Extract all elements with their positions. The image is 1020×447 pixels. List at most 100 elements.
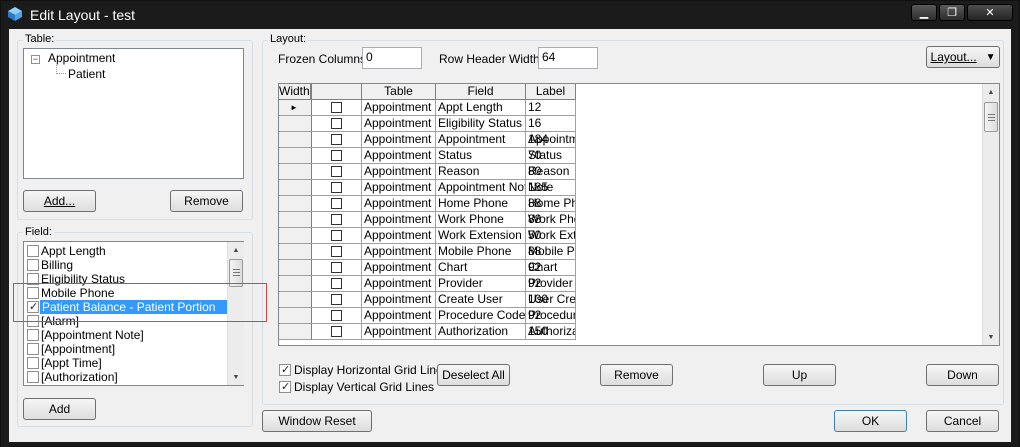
- tree-node-patient[interactable]: Patient: [68, 67, 105, 81]
- grid-row-header[interactable]: [279, 132, 312, 148]
- move-down-button[interactable]: Down: [926, 364, 999, 386]
- grid-row-checkbox[interactable]: [331, 198, 342, 209]
- grid-row-checkbox-cell[interactable]: [312, 116, 362, 132]
- grid-cell-table[interactable]: Appointment: [362, 164, 436, 180]
- grid-cell-field[interactable]: Authorization: [436, 324, 526, 340]
- table-remove-button[interactable]: Remove: [170, 190, 243, 212]
- field-item[interactable]: [Appointment Note]: [26, 328, 231, 342]
- grid-cell-table[interactable]: Appointment: [362, 116, 436, 132]
- grid-cell-width[interactable]: 12: [526, 100, 576, 116]
- grid-row-checkbox[interactable]: [331, 278, 342, 289]
- grid-cell-table[interactable]: Appointment: [362, 228, 436, 244]
- grid-cell-field[interactable]: Procedure Code: [436, 308, 526, 324]
- grid-row-checkbox[interactable]: [331, 150, 342, 161]
- scroll-thumb[interactable]: [984, 102, 998, 132]
- grid-row-checkbox-cell[interactable]: [312, 132, 362, 148]
- grid-cell-field[interactable]: Work Phone: [436, 212, 526, 228]
- title-bar[interactable]: Edit Layout - test ▁ ❐ ✕: [1, 1, 1019, 29]
- grid-row-checkbox[interactable]: [331, 230, 342, 241]
- field-checkbox[interactable]: [27, 329, 39, 341]
- grid-row-checkbox[interactable]: [331, 166, 342, 177]
- grid-cell-width[interactable]: 80: [526, 164, 576, 180]
- grid-cell-table[interactable]: Appointment: [362, 244, 436, 260]
- tree-node-appointment[interactable]: Appointment: [48, 51, 115, 65]
- grid-cell-table[interactable]: Appointment: [362, 292, 436, 308]
- grid-cell-field[interactable]: Appointment Note: [436, 180, 526, 196]
- move-up-button[interactable]: Up: [763, 364, 836, 386]
- grid-row-checkbox-cell[interactable]: [312, 244, 362, 260]
- field-item[interactable]: Appt Length: [26, 244, 231, 258]
- grid-row-header[interactable]: [279, 180, 312, 196]
- grid-row-checkbox[interactable]: [331, 134, 342, 145]
- grid-row-header[interactable]: [279, 212, 312, 228]
- layout-menu-button[interactable]: Layout... ▼: [926, 46, 1000, 68]
- frozen-columns-input[interactable]: 0: [362, 47, 422, 69]
- grid-column-header[interactable]: Width: [279, 84, 311, 100]
- grid-cell-width[interactable]: 92: [526, 276, 576, 292]
- grid-row-checkbox-cell[interactable]: [312, 260, 362, 276]
- grid-row-checkbox-cell[interactable]: [312, 180, 362, 196]
- grid-cell-width[interactable]: 88: [526, 196, 576, 212]
- grid-column-header[interactable]: Label: [526, 84, 576, 100]
- grid-column-header[interactable]: Table: [362, 84, 436, 100]
- grid-cell-field[interactable]: Work Extension: [436, 228, 526, 244]
- grid-row-checkbox-cell[interactable]: [312, 196, 362, 212]
- grid-row-header[interactable]: [279, 228, 312, 244]
- grid-row-checkbox[interactable]: [331, 118, 342, 129]
- grid-cell-width[interactable]: 88: [526, 212, 576, 228]
- grid-cell-field[interactable]: Reason: [436, 164, 526, 180]
- grid-cell-field[interactable]: Appt Length: [436, 100, 526, 116]
- grid-cell-field[interactable]: Mobile Phone: [436, 244, 526, 260]
- grid-row-checkbox[interactable]: [331, 326, 342, 337]
- grid-cell-width[interactable]: 150: [526, 324, 576, 340]
- grid-cell-field[interactable]: Create User: [436, 292, 526, 308]
- grid-row-checkbox-cell[interactable]: [312, 308, 362, 324]
- grid-cell-table[interactable]: Appointment: [362, 212, 436, 228]
- grid-row-checkbox[interactable]: [331, 246, 342, 257]
- grid-cell-width[interactable]: 16: [526, 116, 576, 132]
- grid-row-header[interactable]: [279, 292, 312, 308]
- grid-row-header[interactable]: [279, 116, 312, 132]
- grid-cell-width[interactable]: 70: [526, 148, 576, 164]
- grid-cell-width[interactable]: 184: [526, 132, 576, 148]
- grid-cell-table[interactable]: Appointment: [362, 260, 436, 276]
- grid-cell-table[interactable]: Appointment: [362, 276, 436, 292]
- grid-cell-table[interactable]: Appointment: [362, 132, 436, 148]
- field-checkbox[interactable]: [27, 343, 39, 355]
- table-add-button[interactable]: Add...: [23, 190, 96, 212]
- grid-row-checkbox-cell[interactable]: [312, 164, 362, 180]
- grid-cell-field[interactable]: Provider: [436, 276, 526, 292]
- row-header-width-input[interactable]: 64: [538, 47, 598, 69]
- scroll-up-icon[interactable]: ▲: [983, 84, 999, 100]
- scroll-up-icon[interactable]: ▲: [228, 242, 244, 258]
- grid-cell-field[interactable]: Appointment: [436, 132, 526, 148]
- field-checkbox[interactable]: [27, 259, 39, 271]
- grid-cell-table[interactable]: Appointment: [362, 308, 436, 324]
- table-tree[interactable]: − Appointment Patient: [23, 48, 244, 179]
- grid-scrollbar[interactable]: ▲ ▼: [982, 84, 999, 345]
- grid-cell-field[interactable]: Home Phone: [436, 196, 526, 212]
- grid-row-checkbox-cell[interactable]: [312, 212, 362, 228]
- field-item[interactable]: Billing: [26, 258, 231, 272]
- field-item[interactable]: [Appointment]: [26, 342, 231, 356]
- layout-grid[interactable]: Table Field Label Width ► Appointment Appt Len…: [278, 83, 1000, 346]
- grid-row-checkbox[interactable]: [331, 310, 342, 321]
- grid-row-header[interactable]: [279, 196, 312, 212]
- cancel-button[interactable]: Cancel: [926, 410, 999, 432]
- horizontal-grid-checkbox[interactable]: [279, 363, 291, 376]
- grid-row-header[interactable]: [279, 276, 312, 292]
- grid-row-header[interactable]: [279, 148, 312, 164]
- deselect-all-button[interactable]: Deselect All: [437, 364, 510, 386]
- grid-row-header[interactable]: [279, 164, 312, 180]
- grid-row-checkbox-cell[interactable]: [312, 100, 362, 116]
- grid-cell-width[interactable]: 92: [526, 308, 576, 324]
- grid-cell-width[interactable]: 92: [526, 260, 576, 276]
- grid-row-checkbox-cell[interactable]: [312, 324, 362, 340]
- grid-cell-table[interactable]: Appointment: [362, 196, 436, 212]
- grid-cell-field[interactable]: Status: [436, 148, 526, 164]
- grid-row-checkbox-cell[interactable]: [312, 228, 362, 244]
- collapse-icon[interactable]: −: [31, 55, 40, 64]
- grid-row-checkbox[interactable]: [331, 102, 342, 113]
- window-reset-button[interactable]: Window Reset: [262, 410, 372, 432]
- grid-row-checkbox[interactable]: [331, 294, 342, 305]
